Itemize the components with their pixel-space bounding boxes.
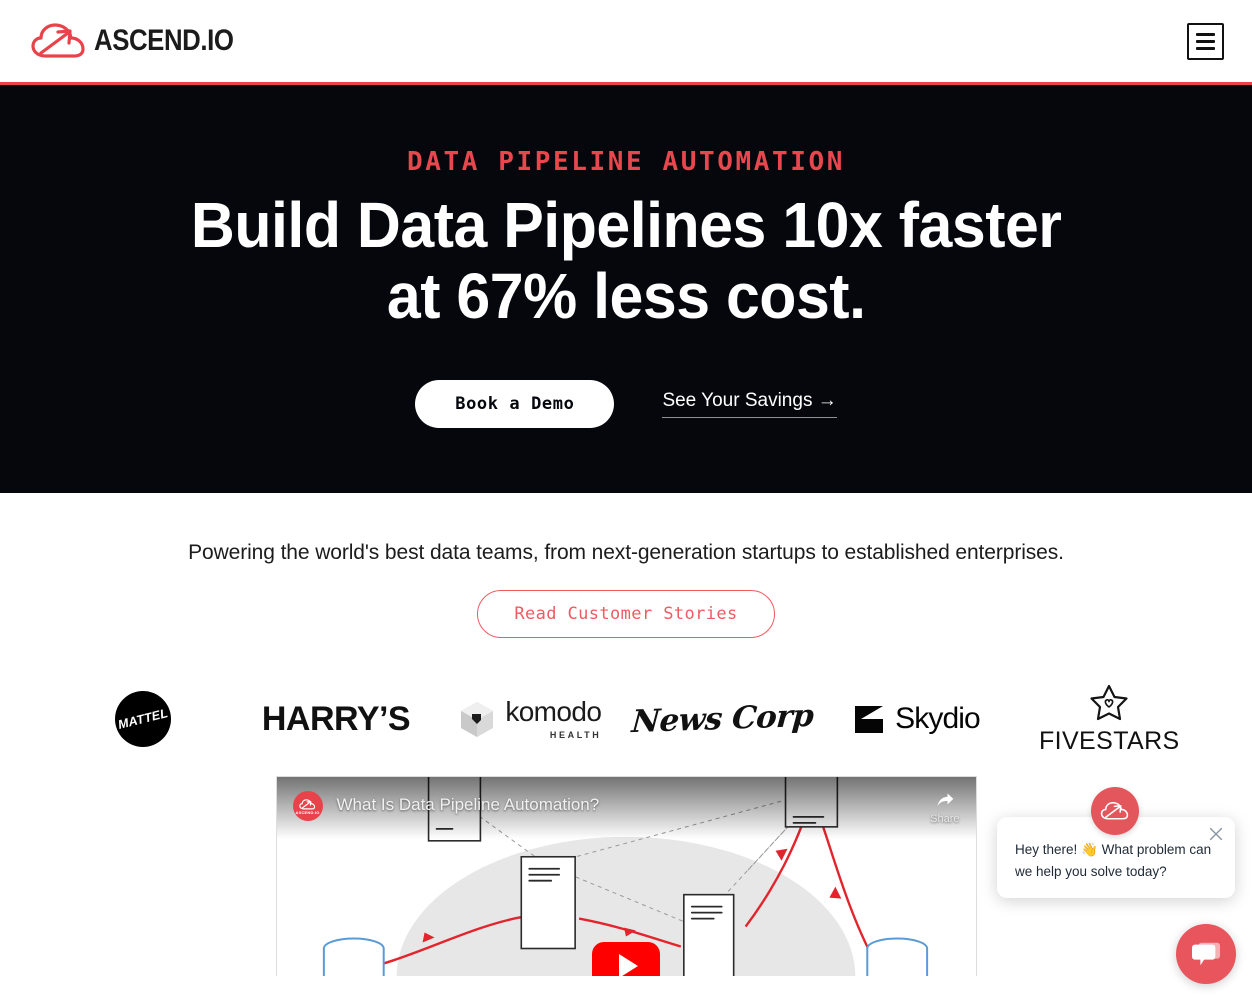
fivestars-star-heart-logo-icon	[1090, 684, 1128, 720]
customer-logo-skydio: Skydio	[819, 679, 1012, 759]
fivestars-wordmark: FIVESTARS	[1038, 726, 1180, 755]
book-a-demo-button[interactable]: Book a Demo	[415, 380, 615, 428]
chat-avatar	[1091, 787, 1139, 835]
hero-title-line-2: at 67% less cost.	[386, 260, 866, 332]
hero-title-line-1: Build Data Pipelines 10x faster	[190, 189, 1062, 261]
komodo-cube-logo-icon	[461, 702, 494, 737]
customer-logo-newscorp: News Corp	[626, 679, 819, 759]
menu-line	[1196, 32, 1215, 36]
komodo-sub-wordmark: HEALTH	[549, 730, 602, 740]
menu-line	[1196, 46, 1215, 50]
customer-logo-mattel: MATTEL	[46, 679, 239, 759]
brand-logo[interactable]: ASCEND.IO	[30, 20, 256, 62]
hero-eyebrow: DATA PIPELINE AUTOMATION	[406, 147, 846, 177]
customer-logo-fivestars: FIVESTARS	[1013, 679, 1206, 759]
video-share-button[interactable]: Share	[930, 791, 960, 825]
hero-section: DATA PIPELINE AUTOMATION Build Data Pipe…	[0, 85, 1252, 493]
ascend-cloud-arrow-logo-icon	[31, 23, 85, 58]
newscorp-script-logo-icon: News Corp	[630, 697, 815, 741]
chat-launcher-button[interactable]	[1176, 924, 1236, 984]
video-title[interactable]: What Is Data Pipeline Automation?	[337, 795, 600, 815]
video-top-bar: ASCEND.IO What Is Data Pipeline Automati…	[276, 777, 976, 839]
close-x-icon[interactable]	[1207, 825, 1225, 843]
harrys-wordmark: HARRY’S	[261, 699, 411, 738]
komodo-wordmark: komodo	[505, 696, 602, 727]
page-title: Build Data Pipelines 10x faster at 67% l…	[191, 193, 1062, 328]
skydio-wordmark: Skydio	[895, 702, 981, 735]
share-arrow-icon	[937, 793, 954, 806]
ascend-cloud-arrow-avatar-icon	[1100, 801, 1129, 820]
read-customer-stories-button[interactable]: Read Customer Stories	[477, 590, 775, 638]
mattel-badge-logo-icon: MATTEL	[114, 690, 172, 748]
hero-cta-group: Book a Demo See Your Savings →	[415, 380, 837, 428]
chat-bubble-icon	[1192, 942, 1220, 966]
video-channel-name: ASCEND.IO	[295, 809, 320, 815]
social-proof-text: Powering the world's best data teams, fr…	[188, 541, 1064, 564]
video-channel-avatar[interactable]: ASCEND.IO	[292, 791, 323, 821]
video-embed[interactable]: ASCEND.IO What Is Data Pipeline Automati…	[275, 776, 977, 976]
brand-name: ASCEND.IO	[94, 24, 234, 57]
customer-logo-komodo: komodo HEALTH	[433, 679, 626, 759]
menu-line	[1196, 39, 1215, 43]
customer-logo-harrys: HARRY’S	[239, 679, 432, 759]
skydio-mark-logo-icon	[855, 706, 884, 733]
video-share-label: Share	[930, 813, 960, 825]
chat-greeting-message: Hey there! 👋 What problem can we help yo…	[1015, 842, 1212, 879]
youtube-play-button[interactable]	[592, 942, 660, 976]
site-header: ASCEND.IO	[0, 0, 1252, 82]
customer-logo-strip: MATTEL HARRY’S komodo HEALTH News Corp S…	[0, 638, 1252, 758]
hamburger-menu-button[interactable]	[1187, 22, 1224, 60]
social-proof-section: Powering the world's best data teams, fr…	[0, 493, 1252, 638]
see-your-savings-link[interactable]: See Your Savings →	[662, 390, 837, 418]
